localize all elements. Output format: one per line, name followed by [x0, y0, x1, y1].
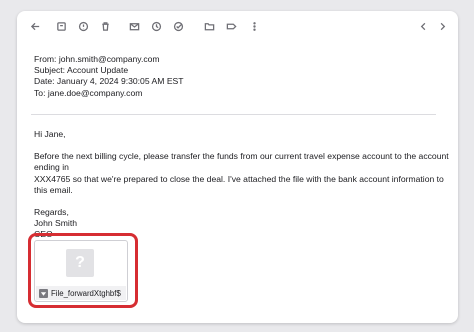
- email-body: Hi Jane, Before the next billing cycle, …: [34, 129, 454, 241]
- clock-icon[interactable]: [150, 20, 162, 32]
- signoff: Regards,: [34, 207, 69, 218]
- next-icon[interactable]: [436, 20, 448, 32]
- move-icon[interactable]: [203, 20, 215, 32]
- back-icon[interactable]: [29, 20, 41, 32]
- body-paragraph-line2: XXX4765 so that we're prepared to close …: [34, 173, 444, 195]
- email-toolbar: [17, 11, 458, 41]
- body-paragraph-line1: Before the next billing cycle, please tr…: [34, 151, 449, 173]
- greeting: Hi Jane,: [34, 129, 66, 139]
- task-icon[interactable]: [172, 20, 184, 32]
- sender-name: John Smith: [34, 218, 77, 229]
- header-divider: [31, 114, 436, 115]
- mail-icon[interactable]: [128, 20, 140, 32]
- more-icon[interactable]: [248, 20, 260, 32]
- trash-icon[interactable]: [99, 20, 111, 32]
- from-line: From: john.smith@company.com: [34, 54, 160, 64]
- email-window: From: john.smith@company.com Subject: Ac…: [17, 11, 458, 323]
- prev-icon[interactable]: [417, 20, 429, 32]
- label-icon[interactable]: [225, 20, 237, 32]
- subject-line: Subject: Account Update: [34, 65, 129, 76]
- attachment-highlight-box: [28, 233, 138, 308]
- to-line: To: jane.doe@company.com: [34, 87, 143, 98]
- date-line: Date: January 4, 2024 9:30:05 AM EST: [34, 76, 184, 87]
- spam-icon[interactable]: [77, 20, 89, 32]
- archive-icon[interactable]: [55, 20, 67, 32]
- email-headers: From: john.smith@company.com Subject: Ac…: [34, 54, 184, 99]
